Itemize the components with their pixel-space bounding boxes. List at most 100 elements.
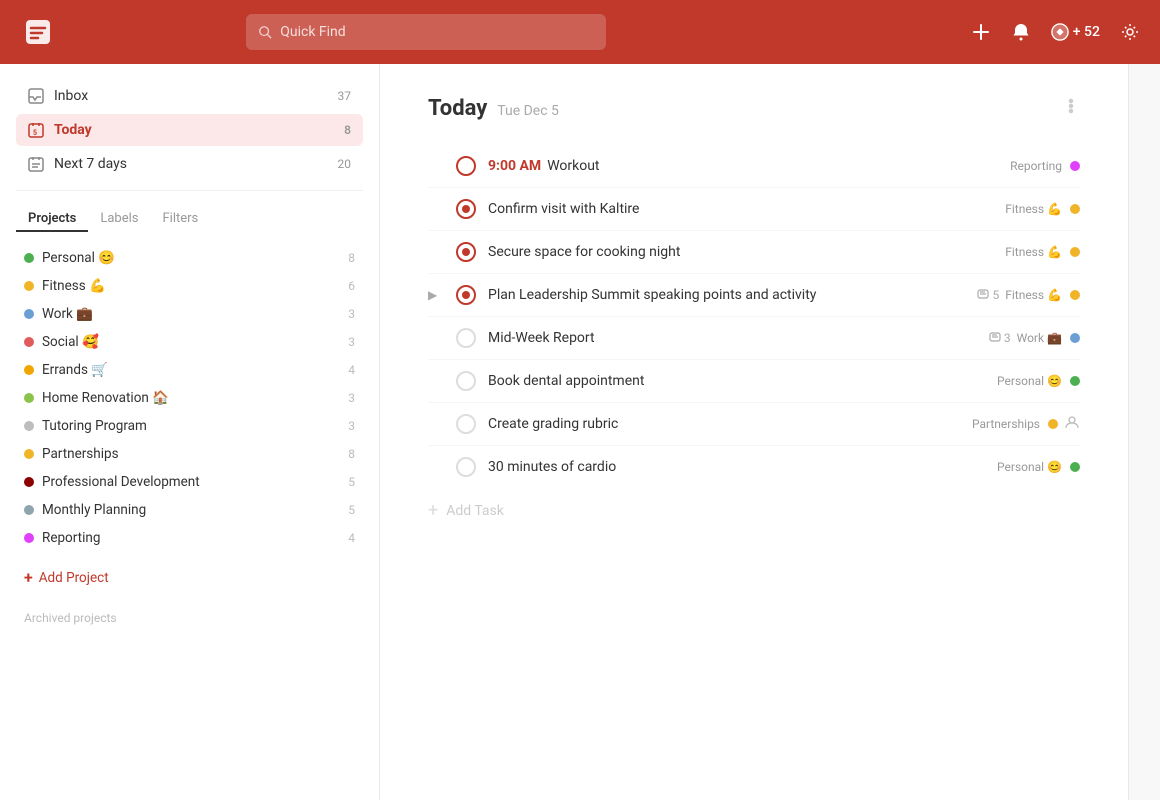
tab-filters[interactable]: Filters bbox=[150, 207, 210, 232]
add-task-plus-icon: + bbox=[428, 500, 438, 521]
sidebar-item-errands[interactable]: Errands 🛒 4 bbox=[16, 356, 363, 384]
task-item: ▶ Plan Leadership Summit speaking points … bbox=[428, 274, 1080, 317]
right-panel bbox=[1128, 64, 1160, 800]
add-task-row[interactable]: + Add Task bbox=[428, 488, 1080, 533]
sidebar-item-fitness[interactable]: Fitness 💪 6 bbox=[16, 272, 363, 300]
task-complete-circle[interactable] bbox=[456, 371, 476, 391]
project-color-dot bbox=[24, 253, 34, 263]
task-expand-chevron-icon[interactable]: ▶ bbox=[428, 288, 444, 302]
project-color-dot bbox=[24, 421, 34, 431]
projects-tabs: Projects Labels Filters bbox=[0, 199, 379, 240]
page-title: Today bbox=[428, 96, 487, 121]
project-count: 8 bbox=[348, 251, 355, 265]
content-header: Today Tue Dec 5 bbox=[428, 96, 1080, 121]
project-color-dot bbox=[24, 337, 34, 347]
sidebar-item-reporting[interactable]: Reporting 4 bbox=[16, 524, 363, 552]
sidebar-item-home[interactable]: Home Renovation 🏠 3 bbox=[16, 384, 363, 412]
task-project-label: Partnerships bbox=[972, 417, 1040, 431]
next7-label: Next 7 days bbox=[54, 156, 127, 172]
sidebar-item-inbox[interactable]: Inbox 37 bbox=[16, 80, 363, 112]
task-project-dot bbox=[1070, 161, 1080, 171]
add-task-label: Add Task bbox=[446, 503, 504, 519]
task-project-label: Fitness 💪 bbox=[1005, 202, 1062, 216]
project-count: 5 bbox=[348, 475, 355, 489]
sidebar-item-next7[interactable]: Next 7 days 20 bbox=[16, 148, 363, 180]
task-complete-circle[interactable] bbox=[456, 285, 476, 305]
project-label: Personal 😊 bbox=[42, 250, 115, 266]
sidebar: Inbox 37 5 Today 8 bbox=[0, 64, 380, 800]
task-item: 9:00 AMWorkoutReporting bbox=[428, 145, 1080, 188]
svg-text:5: 5 bbox=[33, 129, 37, 137]
notification-bell-icon[interactable] bbox=[1011, 22, 1031, 42]
task-project-dot bbox=[1070, 204, 1080, 214]
sidebar-item-partnerships[interactable]: Partnerships 8 bbox=[16, 440, 363, 468]
task-complete-circle[interactable] bbox=[456, 156, 476, 176]
sidebar-item-work[interactable]: Work 💼 3 bbox=[16, 300, 363, 328]
task-meta: Personal 😊 bbox=[997, 460, 1080, 474]
project-label: Monthly Planning bbox=[42, 502, 146, 518]
tab-labels[interactable]: Labels bbox=[88, 207, 150, 232]
project-label: Professional Development bbox=[42, 474, 200, 490]
task-meta: Personal 😊 bbox=[997, 374, 1080, 388]
next7-count: 20 bbox=[338, 157, 352, 171]
header-actions-icon[interactable] bbox=[1062, 97, 1080, 120]
search-bar[interactable]: Quick Find bbox=[246, 14, 606, 50]
task-project-dot bbox=[1070, 333, 1080, 343]
project-count: 5 bbox=[348, 503, 355, 517]
task-text: Plan Leadership Summit speaking points a… bbox=[488, 287, 965, 303]
project-color-dot bbox=[24, 309, 34, 319]
add-project-label: Add Project bbox=[39, 570, 109, 586]
project-count: 3 bbox=[348, 335, 355, 349]
app-logo[interactable] bbox=[20, 14, 56, 50]
karma-count: + 52 bbox=[1073, 24, 1100, 40]
search-placeholder: Quick Find bbox=[280, 24, 345, 40]
project-label: Home Renovation 🏠 bbox=[42, 390, 169, 406]
task-project-label: Personal 😊 bbox=[997, 374, 1062, 388]
sidebar-divider bbox=[16, 190, 363, 191]
karma-display[interactable]: + 52 bbox=[1051, 23, 1100, 41]
project-color-dot bbox=[24, 449, 34, 459]
today-label: Today bbox=[54, 122, 92, 138]
tab-projects[interactable]: Projects bbox=[16, 207, 88, 232]
main-layout: Inbox 37 5 Today 8 bbox=[0, 64, 1160, 800]
task-project-label: Reporting bbox=[1010, 159, 1062, 173]
task-complete-circle[interactable] bbox=[456, 199, 476, 219]
task-meta: Reporting bbox=[1010, 159, 1080, 173]
main-content: Today Tue Dec 5 9:00 AMWorkoutReportingC… bbox=[380, 64, 1128, 800]
sidebar-item-profdev[interactable]: Professional Development 5 bbox=[16, 468, 363, 496]
inbox-label: Inbox bbox=[54, 88, 88, 104]
task-complete-circle[interactable] bbox=[456, 457, 476, 477]
add-project-button[interactable]: + Add Project bbox=[0, 560, 379, 595]
task-meta: Partnerships bbox=[972, 414, 1080, 434]
task-complete-circle[interactable] bbox=[456, 242, 476, 262]
sidebar-item-personal[interactable]: Personal 😊 8 bbox=[16, 244, 363, 272]
sidebar-item-monthly[interactable]: Monthly Planning 5 bbox=[16, 496, 363, 524]
task-meta: 5Fitness 💪 bbox=[977, 288, 1080, 302]
project-label: Partnerships bbox=[42, 446, 119, 462]
add-project-plus-icon: + bbox=[24, 568, 33, 587]
topbar-right: + 52 bbox=[971, 22, 1140, 42]
project-label: Social 🥰 bbox=[42, 334, 99, 350]
project-color-dot bbox=[24, 533, 34, 543]
task-project-label: Personal 😊 bbox=[997, 460, 1062, 474]
task-complete-circle[interactable] bbox=[456, 414, 476, 434]
today-count: 8 bbox=[344, 123, 351, 137]
project-color-dot bbox=[24, 393, 34, 403]
project-count: 4 bbox=[348, 363, 355, 377]
project-count: 4 bbox=[348, 531, 355, 545]
today-date: Tue Dec 5 bbox=[497, 103, 559, 119]
add-button[interactable] bbox=[971, 22, 991, 42]
task-text: Secure space for cooking night bbox=[488, 244, 993, 260]
task-project-dot bbox=[1070, 247, 1080, 257]
project-count: 3 bbox=[348, 419, 355, 433]
task-project-dot bbox=[1070, 462, 1080, 472]
task-assign-icon bbox=[1064, 414, 1080, 434]
task-text: Book dental appointment bbox=[488, 373, 985, 389]
project-color-dot bbox=[24, 477, 34, 487]
task-complete-circle[interactable] bbox=[456, 328, 476, 348]
inbox-count: 37 bbox=[338, 89, 352, 103]
sidebar-item-today[interactable]: 5 Today 8 bbox=[16, 114, 363, 146]
settings-gear-icon[interactable] bbox=[1120, 22, 1140, 42]
sidebar-item-tutoring[interactable]: Tutoring Program 3 bbox=[16, 412, 363, 440]
sidebar-item-social[interactable]: Social 🥰 3 bbox=[16, 328, 363, 356]
